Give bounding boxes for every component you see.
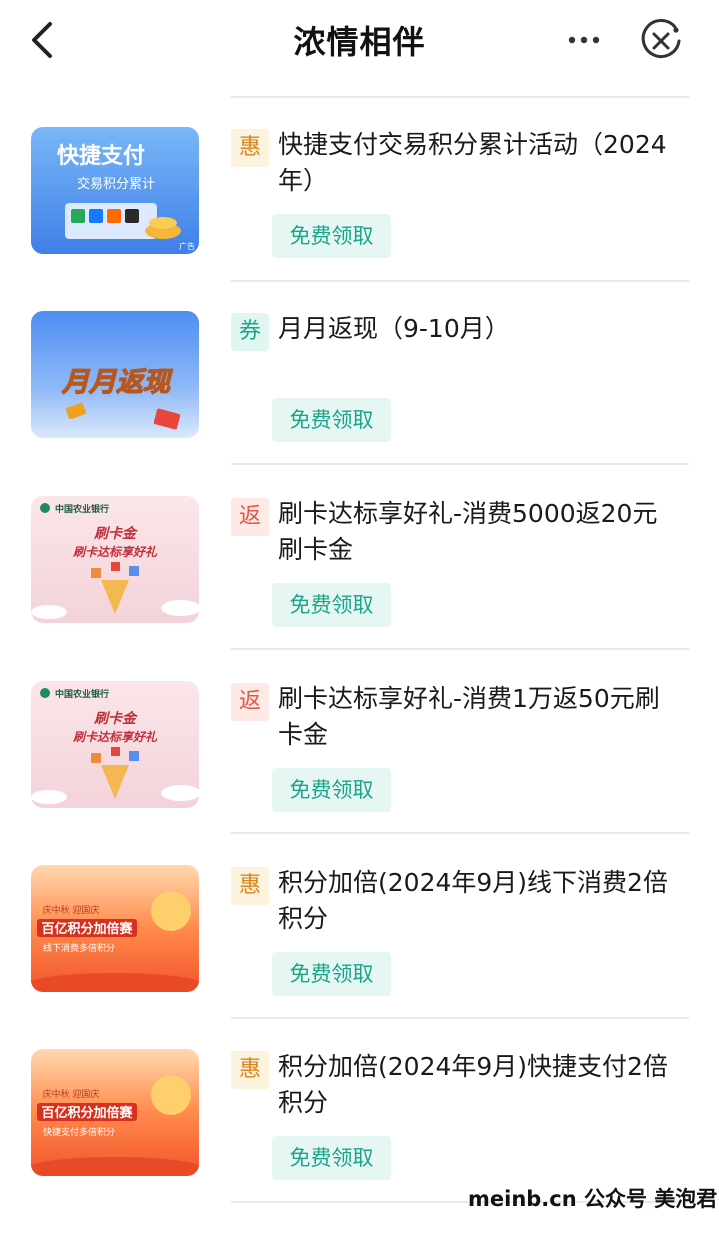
divider <box>231 648 689 650</box>
divider <box>231 463 689 465</box>
divider <box>231 1017 689 1019</box>
page-title: 浓情相伴 <box>293 23 426 61</box>
claim-free-button[interactable]: 免费领取 <box>272 768 391 812</box>
list-item: 庆中秋 迎国庆 百亿积分加倍赛 线下消费多倍积分 惠 积分加倍(2024年9月)… <box>0 865 719 1049</box>
list-item: 快捷支付 交易积分累计 广告 惠 快捷支付交易积分累计活动（2024年） 免费领… <box>0 127 719 311</box>
item-title[interactable]: 积分加倍(2024年9月)线下消费2倍积分 <box>278 865 678 937</box>
divider <box>231 832 689 834</box>
bank-name: 中国农业银行 <box>55 688 109 700</box>
claim-free-button[interactable]: 免费领取 <box>272 583 391 627</box>
item-title[interactable]: 积分加倍(2024年9月)快捷支付2倍积分 <box>278 1049 678 1121</box>
ad-label: 广告 <box>179 241 195 251</box>
thumb-title: 月月返现 <box>61 367 173 398</box>
thumb-top: 庆中秋 迎国庆 <box>43 1088 100 1100</box>
item-thumbnail[interactable]: 庆中秋 迎国庆 百亿积分加倍赛 线下消费多倍积分 <box>31 865 199 992</box>
item-thumbnail[interactable]: 庆中秋 迎国庆 百亿积分加倍赛 快捷支付多倍积分 <box>31 1049 199 1176</box>
list-item: 月月返现 券 月月返现（9-10月） 免费领取 <box>0 311 719 495</box>
item-title[interactable]: 刷卡达标享好礼-消费5000返20元刷卡金 <box>278 496 678 568</box>
claim-free-button[interactable]: 免费领取 <box>272 398 391 442</box>
watermark: meinb.cn 公众号 美泡君 <box>468 1187 718 1211</box>
item-thumbnail[interactable]: 月月返现 <box>31 311 199 438</box>
item-title[interactable]: 月月返现（9-10月） <box>278 311 678 347</box>
thumb-title: 刷卡金 <box>93 710 139 727</box>
list-item: 中国农业银行 刷卡金 刷卡达标享好礼 返 刷卡达标享好礼-消费5000返20元刷… <box>0 496 719 680</box>
list-item: 中国农业银行 刷卡金 刷卡达标享好礼 返 刷卡达标享好礼-消费1万返50元刷卡金… <box>0 681 719 865</box>
promo-tag: 惠 <box>231 1051 269 1089</box>
thumb-title: 刷卡金 <box>93 525 139 542</box>
item-thumbnail[interactable]: 中国农业银行 刷卡金 刷卡达标享好礼 <box>31 496 199 623</box>
claim-free-button[interactable]: 免费领取 <box>272 1136 391 1180</box>
close-button[interactable] <box>638 18 684 64</box>
thumb-title: 百亿积分加倍赛 <box>41 921 133 937</box>
claim-free-button[interactable]: 免费领取 <box>272 214 391 258</box>
thumb-subtitle: 刷卡达标享好礼 <box>72 545 158 559</box>
more-dots-icon <box>568 36 600 44</box>
divider <box>231 280 689 282</box>
thumb-subtitle: 快捷支付多倍积分 <box>43 1126 115 1138</box>
thumb-subtitle: 刷卡达标享好礼 <box>72 730 158 744</box>
thumb-subtitle: 交易积分累计 <box>77 176 155 192</box>
close-circle-icon <box>641 19 681 58</box>
divider <box>231 96 689 98</box>
item-thumbnail[interactable]: 中国农业银行 刷卡金 刷卡达标享好礼 <box>31 681 199 808</box>
promo-tag: 惠 <box>231 129 269 167</box>
promo-tag: 返 <box>231 683 269 721</box>
item-thumbnail[interactable]: 快捷支付 交易积分累计 广告 <box>31 127 199 254</box>
claim-free-button[interactable]: 免费领取 <box>272 952 391 996</box>
promo-tag: 惠 <box>231 867 269 905</box>
promo-tag: 返 <box>231 498 269 536</box>
thumb-title: 百亿积分加倍赛 <box>41 1105 133 1121</box>
thumb-subtitle: 线下消费多倍积分 <box>43 942 115 954</box>
more-button[interactable] <box>562 20 606 60</box>
item-title[interactable]: 刷卡达标享好礼-消费1万返50元刷卡金 <box>278 681 678 753</box>
nav-bar: 浓情相伴 <box>0 0 719 80</box>
promo-tag: 券 <box>231 313 269 351</box>
bank-name: 中国农业银行 <box>55 503 109 515</box>
thumb-title: 快捷支付 <box>57 144 145 169</box>
item-title[interactable]: 快捷支付交易积分累计活动（2024年） <box>278 127 678 199</box>
thumb-top: 庆中秋 迎国庆 <box>43 904 100 916</box>
